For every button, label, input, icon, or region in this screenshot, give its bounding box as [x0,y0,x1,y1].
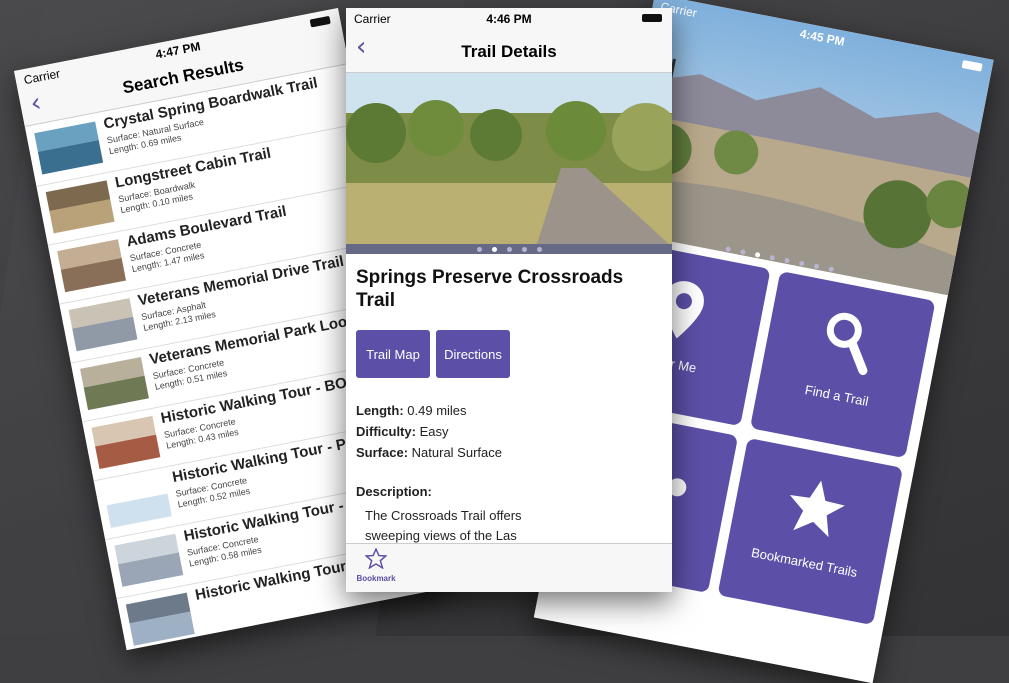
result-thumbnail [91,415,161,469]
trail-map-button[interactable]: Trail Map [356,330,430,378]
page-dot [783,257,790,264]
description-text: The Crossroads Trail offers sweeping vie… [365,508,522,543]
find-trail-label: Find a Trail [803,382,870,410]
bookmark-tab-label: Bookmark [356,574,396,583]
info-value: Natural Surface [411,445,502,460]
battery-icon [642,14,662,22]
status-bar: Carrier 4:46 PM [346,8,672,28]
trail-info: Length: 0.49 miles Difficulty: Easy Surf… [356,400,502,463]
trail-name: Springs Preserve Crossroads Trail [356,267,624,311]
nav-bar: ‹ Trail Details [346,28,672,73]
page-dot [768,254,775,261]
result-thumbnail [34,121,104,175]
page-dot [798,260,805,267]
star-icon [789,480,845,538]
page-dot [813,263,819,270]
tab-bar: Bookmark [346,543,672,592]
bookmark-tab[interactable]: Bookmark [350,547,402,583]
info-row-difficulty: Difficulty: Easy [356,421,502,442]
page-dot [827,266,834,273]
info-value: Easy [419,424,449,439]
page-dot [506,247,512,252]
result-thumbnail [68,298,138,352]
bookmarked-trails-tile[interactable]: Bookmarked Trails [717,437,904,626]
page-dot-active [754,251,761,258]
star-outline-icon [364,547,388,570]
photo-page-indicator[interactable] [346,244,672,254]
page-dot [476,247,482,252]
result-thumbnail [57,239,127,293]
search-icon [826,312,868,376]
description-label: Description: [356,484,432,499]
action-buttons: Trail Map Directions [356,330,656,378]
trail-details-phone: Carrier 4:46 PM ‹ Trail Details Springs … [346,8,672,592]
page-dot [521,247,527,252]
bookmarked-trails-label: Bookmarked Trails [750,544,859,581]
info-row-surface: Surface: Natural Surface [356,442,502,463]
info-label: Length: [356,403,404,418]
page-dot [739,248,746,255]
page-dot-active [491,247,497,252]
page-title: Trail Details [461,42,557,61]
directions-button[interactable]: Directions [436,330,510,378]
result-thumbnail [114,533,184,587]
result-thumbnail [102,474,172,528]
find-trail-tile[interactable]: Find a Trail [749,271,936,459]
result-thumbnail [80,357,149,411]
info-label: Surface: [356,445,409,460]
info-row-length: Length: 0.49 miles [356,400,502,421]
page-dot [536,247,542,252]
result-thumbnail [125,592,195,646]
trail-photo [346,73,672,247]
time-label: 4:46 PM [486,12,532,26]
result-thumbnail [45,180,115,234]
info-label: Difficulty: [356,424,416,439]
page-dot [724,246,731,252]
info-value: 0.49 miles [407,403,467,418]
